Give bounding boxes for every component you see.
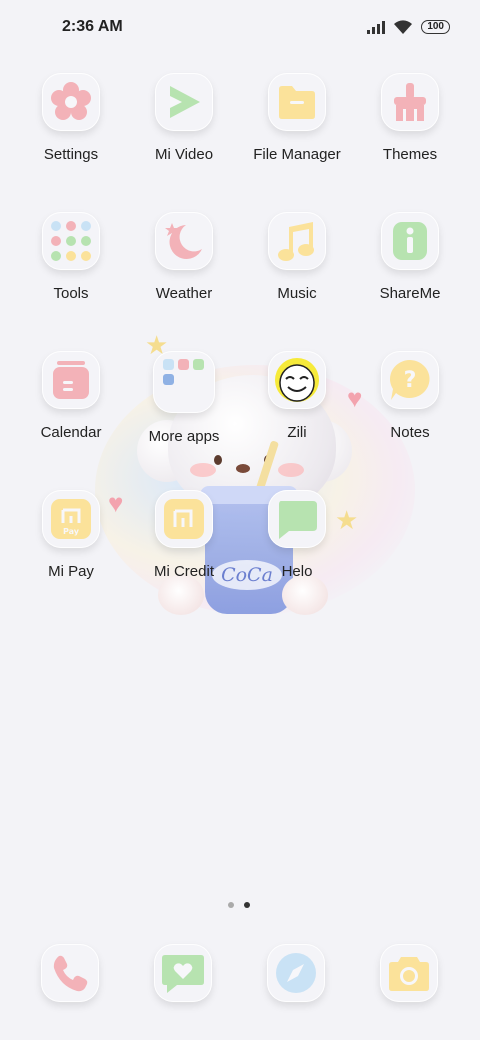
bear-paw-right [282,575,328,615]
question-bubble-icon: ? [381,351,439,409]
app-mi-video[interactable]: Mi Video [128,73,240,163]
moon-star-icon [155,212,213,270]
app-label: Weather [155,285,213,302]
page-dot[interactable] [228,902,234,908]
app-mi-pay[interactable]: Pay Mi Pay [15,490,127,580]
compass-icon [267,944,325,1002]
flower-gear-icon [42,73,100,131]
bear-blush-right [278,463,304,477]
zili-face-icon [268,351,326,409]
calendar-icon [42,351,100,409]
app-weather[interactable]: Weather [128,212,240,302]
bear-paw-left [158,575,204,615]
play-icon [155,73,213,131]
battery-icon: 100 [421,20,450,34]
brush-icon [381,73,439,131]
dock-browser[interactable] [267,944,325,1002]
tools-folder-icon [42,212,100,270]
app-label: Tools [53,285,89,302]
svg-text:Pay: Pay [63,527,80,536]
svg-text:?: ? [404,368,417,393]
app-label: More apps [148,428,220,445]
app-music[interactable]: Music [241,212,353,302]
phone-icon [41,944,99,1002]
camera-icon [380,944,438,1002]
app-helo[interactable]: Helo [241,490,353,580]
app-label: ShareMe [379,285,441,302]
bear-nose [236,464,250,473]
app-tools[interactable]: Tools [15,212,127,302]
app-mi-credit[interactable]: Mi Credit [128,490,240,580]
status-icons: 100 [367,19,450,35]
app-label: Settings [43,146,99,163]
status-time: 2:36 AM [62,18,123,35]
app-label: Mi Credit [153,563,214,580]
app-label: Helo [281,563,313,580]
page-indicator [228,902,250,908]
chat-bubble-icon [268,490,326,548]
status-bar: 2:36 AM 100 [0,0,480,56]
app-calendar[interactable]: Calendar [15,351,127,441]
app-more-apps[interactable]: More apps [128,351,240,445]
app-label: Mi Pay [48,563,94,580]
dock-messages[interactable] [154,944,212,1002]
apps-folder-icon [153,351,215,413]
message-heart-icon [154,944,212,1002]
dock-camera[interactable] [380,944,438,1002]
app-label: Calendar [40,424,102,441]
info-icon [381,212,439,270]
app-label: Zili [287,424,307,441]
app-settings[interactable]: Settings [15,73,127,163]
dock-phone[interactable] [41,944,99,1002]
mi-pay-icon: Pay [42,490,100,548]
app-themes[interactable]: Themes [354,73,466,163]
app-label: File Manager [253,146,341,163]
app-label: Themes [382,146,438,163]
signal-icon [367,20,386,34]
app-zili[interactable]: Zili [241,351,353,441]
app-file-manager[interactable]: File Manager [241,73,353,163]
app-label: Notes [390,424,430,441]
folder-icon [268,73,326,131]
app-label: Music [277,285,317,302]
music-note-icon [268,212,326,270]
mi-credit-icon [155,490,213,548]
bear-eye-left [214,455,222,465]
app-label: Mi Video [154,146,214,163]
app-shareme[interactable]: ShareMe [354,212,466,302]
wifi-icon [394,20,413,34]
bear-blush-left [190,463,216,477]
app-notes[interactable]: ? Notes [354,351,466,441]
page-dot-active[interactable] [244,902,250,908]
